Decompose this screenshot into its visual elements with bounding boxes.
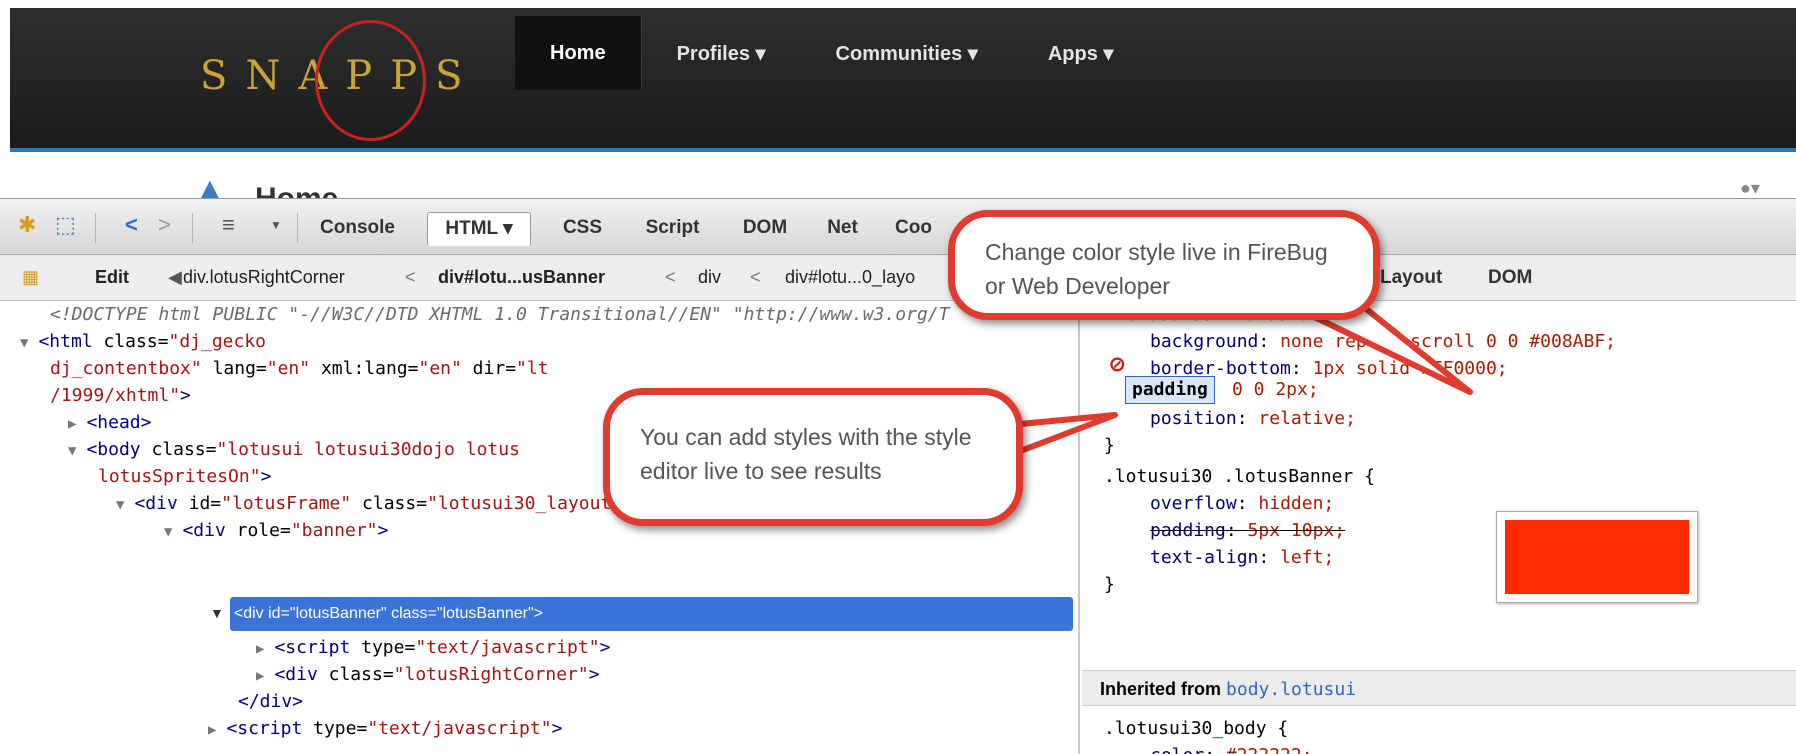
toolbar-separator <box>297 213 298 243</box>
tree-node-rightcorner[interactable]: ▶ <div class="lotusRightCorner"> <box>256 661 600 688</box>
style-panel: .lotusui30 .lotusBaner { background: non… <box>1082 301 1796 754</box>
style-editor-input[interactable]: padding <box>1125 376 1215 404</box>
css-prop-background[interactable]: background: none repeat scroll 0 0 #008A… <box>1150 328 1616 355</box>
crumb-item[interactable]: div#lotu...0_layo <box>785 267 915 288</box>
disabled-rule-icon[interactable]: ⊘ <box>1110 349 1124 379</box>
tab-script[interactable]: Script <box>635 212 710 244</box>
css-close-brace: } <box>1104 435 1115 456</box>
top-nav: Home Profiles ▾ Communities ▾ Apps ▾ <box>515 16 1148 90</box>
edit-icon[interactable]: ▦ <box>22 267 39 288</box>
banner-border <box>10 148 1796 152</box>
app-banner: SNAPPS Home Profiles ▾ Communities ▾ App… <box>10 8 1796 150</box>
tree-node-script2[interactable]: ▶ <script type="text/javascript"> <box>208 715 562 742</box>
inspect-icon[interactable]: ⬚ <box>55 213 76 237</box>
html-tree-lower: ▶ <script type="text/javascript"> ▶ <div c… <box>0 301 1078 754</box>
breadcrumb: ▦ Edit ◀ div.lotusRightCorner < div#lotu… <box>0 255 1796 301</box>
forward-icon[interactable]: > <box>158 213 171 237</box>
color-preview-tooltip <box>1496 511 1698 603</box>
collapse-twisty-icon[interactable]: ▶ <box>208 722 216 738</box>
crumb-separator: < <box>665 267 676 287</box>
firebug-toolbar: ✱ ⬚ < > ≡ ▼ Console HTML ▾ CSS Script DO… <box>0 199 1796 255</box>
crumb-item[interactable]: div#lotu...usBanner <box>438 267 605 288</box>
css-selector[interactable]: .lotusui30_body { <box>1104 715 1288 742</box>
toolbar-separator <box>95 213 96 243</box>
css-prop-position[interactable]: position: relative; <box>1150 405 1356 432</box>
css-prop-padding-val[interactable]: 0 0 2px; <box>1232 376 1319 403</box>
toolbar-separator <box>192 213 193 243</box>
css-prop-text-align[interactable]: text-align: left; <box>1150 544 1334 571</box>
tab-console[interactable]: Console <box>310 212 405 244</box>
collapse-twisty-icon[interactable]: ▶ <box>256 668 264 684</box>
inherited-link[interactable]: body.lotusui <box>1226 679 1356 700</box>
home-icon: ▲ <box>195 172 225 201</box>
tab-side-dom[interactable]: DOM <box>1488 267 1532 289</box>
crumb-separator: < <box>405 267 416 287</box>
crumb-separator: < <box>750 267 761 287</box>
css-prop-overflow[interactable]: overflow: hidden; <box>1150 490 1334 517</box>
css-selector[interactable]: .lotusui30 .lotusBanner { <box>1104 463 1375 490</box>
page-heading: ▲ Home <box>195 172 445 201</box>
callout-color-tip: Change color style live in FireBug or We… <box>948 210 1380 320</box>
nav-apps[interactable]: Apps ▾ <box>1013 16 1149 90</box>
chevron-down-icon[interactable]: ▼ <box>270 213 282 237</box>
edit-button[interactable]: Edit <box>95 267 129 288</box>
crumb-item[interactable]: div.lotusRightCorner <box>183 267 345 288</box>
back-icon[interactable]: < <box>125 213 138 237</box>
css-close-brace: } <box>1104 574 1115 595</box>
crumb-item[interactable]: div <box>698 267 721 288</box>
css-prop-overridden[interactable]: padding: 5px 10px; <box>1150 517 1345 544</box>
callout-style-tip: You can add styles with the style editor… <box>603 388 1023 526</box>
tree-node-script[interactable]: ▶ <script type="text/javascript"> <box>256 634 610 661</box>
menu-list-icon[interactable]: ≡ <box>222 213 235 237</box>
nav-communities[interactable]: Communities ▾ <box>801 16 1013 90</box>
tab-html[interactable]: HTML ▾ <box>427 212 531 246</box>
logo-ring-icon <box>315 20 426 141</box>
css-prop-color[interactable]: color: #222222; <box>1150 742 1313 754</box>
user-menu-icon[interactable]: ●▾ <box>1740 178 1760 199</box>
collapse-twisty-icon[interactable]: ▶ <box>256 641 264 657</box>
tab-cookies[interactable]: Coo <box>895 212 945 244</box>
firebug-bug-icon[interactable]: ✱ <box>18 213 36 237</box>
tab-dom[interactable]: DOM <box>735 212 795 244</box>
tab-net[interactable]: Net <box>820 212 865 244</box>
crumb-scroll-icon[interactable]: ◀ <box>168 267 182 288</box>
color-swatch <box>1505 520 1689 594</box>
tree-node-div-close: </div> <box>238 691 304 712</box>
panel-splitter[interactable] <box>1078 301 1080 754</box>
tab-css[interactable]: CSS <box>555 212 610 244</box>
inherited-header: Inherited from body.lotusui <box>1082 670 1796 706</box>
tab-layout[interactable]: Layout <box>1380 267 1442 289</box>
nav-home[interactable]: Home <box>515 16 642 90</box>
nav-profiles[interactable]: Profiles ▾ <box>642 16 801 90</box>
